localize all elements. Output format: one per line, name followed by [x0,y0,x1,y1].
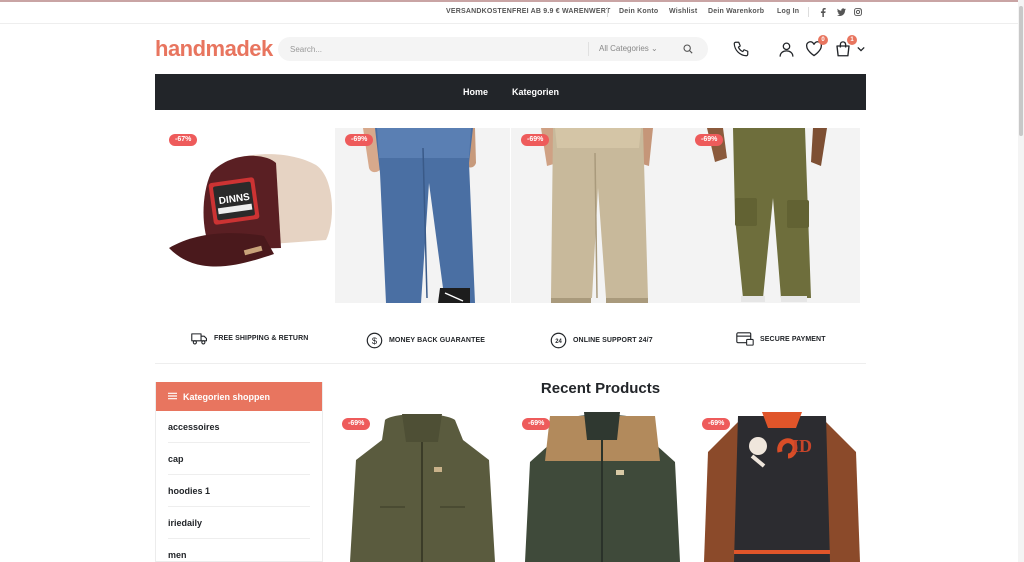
category-sidebar: Kategorien shoppen accessoires cap hoodi… [155,382,323,562]
chevron-down-icon: ⌄ [651,44,658,53]
svg-text:24: 24 [555,339,562,345]
feature-label: ONLINE SUPPORT 24/7 [573,337,653,344]
recent-product-jacket-olive[interactable]: -69% [340,412,505,562]
chino-pants-image [541,128,653,303]
feature-secure-payment: SECURE PAYMENT [736,332,826,346]
feature-support: 24 ONLINE SUPPORT 24/7 [550,332,653,349]
nav-kategorien[interactable]: Kategorien [512,87,559,97]
scrollbar-thumb[interactable] [1019,6,1023,136]
secure-card-icon [736,332,754,346]
olive-jacket-image [350,414,495,562]
user-icon[interactable] [776,39,796,59]
truck-icon [191,333,207,345]
page-scrollbar[interactable] [1018,0,1024,562]
svg-text:ID: ID [792,436,812,456]
feature-label: MONEY BACK GUARANTEE [389,337,485,344]
facebook-icon[interactable] [818,7,828,17]
search-input[interactable] [290,41,580,57]
sidebar-item-cap[interactable]: cap [168,443,310,475]
feature-money-back: $ MONEY BACK GUARANTEE [366,332,485,349]
account-link[interactable]: Dein Konto [619,8,658,15]
cart-link[interactable]: Dein Warenkorb [708,8,764,15]
category-select[interactable]: All Categories ⌄ [588,42,658,56]
discount-badge: -69% [521,134,550,146]
discount-badge: -69% [695,134,724,146]
sidebar-header[interactable]: Kategorien shoppen [156,382,322,411]
cargo-pants-image [707,128,827,302]
discount-badge: -67% [169,134,198,146]
wishlist-link[interactable]: Wishlist [669,8,697,15]
discount-badge: -69% [702,418,731,430]
phone-icon[interactable] [731,39,751,59]
recent-product-jacket-twotone[interactable]: -69% [520,412,685,562]
two-tone-jacket-image [525,412,680,562]
product-image-cap[interactable]: DINNS -67% [159,128,334,303]
svg-text:$: $ [372,336,378,346]
feature-label: FREE SHIPPING & RETURN [214,335,309,342]
discount-badge: -69% [345,134,374,146]
support-24-icon: 24 [550,332,567,349]
recent-products-title: Recent Products [540,380,661,397]
search-bar: All Categories ⌄ [278,37,708,61]
search-button[interactable] [680,42,696,56]
varsity-jacket-image: ID [704,412,860,562]
features-bar: FREE SHIPPING & RETURN $ MONEY BACK GUAR… [155,320,866,364]
instagram-icon[interactable] [853,7,863,17]
twitter-icon[interactable] [836,7,846,17]
discount-badge: -69% [522,418,551,430]
sidebar-item-hoodies[interactable]: hoodies 1 [168,475,310,507]
top-bar: VERSANDKOSTENFREI AB 9.9 € WARENWERT Dei… [0,2,1018,24]
site-logo[interactable]: handmadek [155,36,280,62]
feature-label: SECURE PAYMENT [760,335,826,343]
menu-icon [168,392,177,402]
jeans-image [363,128,476,303]
product-image-jeans[interactable]: -69% [335,128,510,303]
sidebar-item-iriedaily[interactable]: iriedaily [168,507,310,539]
discount-badge: -69% [342,418,371,430]
wishlist-heart-icon[interactable]: 0 [804,35,828,59]
search-icon [683,44,693,54]
cart-icon[interactable]: 1 [833,35,857,59]
category-select-label: All Categories [599,44,649,53]
sidebar-title: Kategorien shoppen [183,391,271,402]
product-image-cargo[interactable]: -69% [685,128,860,303]
feature-free-shipping: FREE SHIPPING & RETURN [191,332,308,345]
divider [808,7,809,17]
nav-home[interactable]: Home [463,87,488,97]
sidebar-item-men[interactable]: men [168,539,310,562]
recent-product-varsity-jacket[interactable]: ID -69% [700,412,865,562]
shipping-notice: VERSANDKOSTENFREI AB 9.9 € WARENWERT [446,8,611,15]
wishlist-count-badge: 0 [818,35,828,45]
product-image-chinos[interactable]: -69% [511,128,686,303]
main-nav: Home Kategorien [155,74,866,110]
chevron-down-icon[interactable] [855,39,867,59]
dollar-circle-icon: $ [366,332,383,349]
sidebar-item-accessoires[interactable]: accessoires [168,411,310,443]
divider [607,7,608,17]
trucker-cap-image: DINNS [169,154,332,267]
login-link[interactable]: Log In [777,8,799,15]
